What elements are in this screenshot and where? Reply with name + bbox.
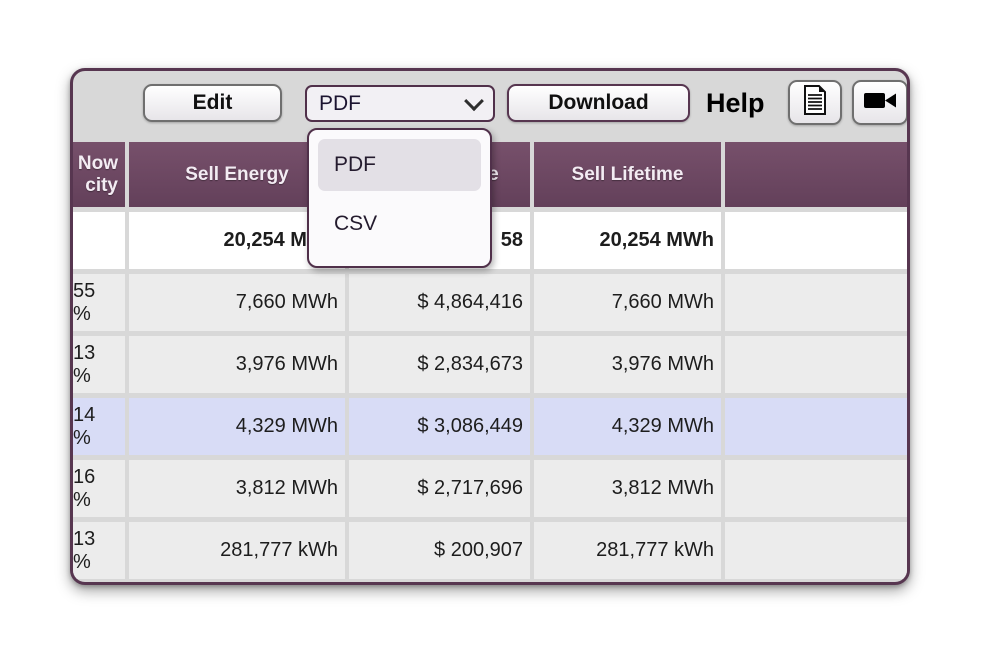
table-cell-revenue-selected[interactable]: $ 3,086,449 <box>349 398 530 455</box>
help-label: Help <box>706 84 765 122</box>
table-cell-energy[interactable]: 281,777 kWh <box>129 522 345 579</box>
table-cell-extra[interactable] <box>725 460 907 517</box>
totals-extra-cell <box>725 212 907 269</box>
table-cell-extra[interactable] <box>725 522 907 579</box>
table-cell-capacity[interactable]: 55 % <box>73 274 125 331</box>
table-cell-energy[interactable]: 3,976 MWh <box>129 336 345 393</box>
column-header-capacity: Now city <box>73 142 125 207</box>
dropdown-option-csv[interactable]: CSV <box>318 198 481 250</box>
table-cell-capacity-selected[interactable]: 14 % <box>73 398 125 455</box>
download-button[interactable]: Download <box>507 84 690 122</box>
video-camera-icon <box>863 90 897 116</box>
column-header-extra <box>725 142 907 207</box>
help-document-button[interactable] <box>788 80 842 125</box>
dropdown-option-pdf[interactable]: PDF <box>318 139 481 191</box>
table-cell-lifetime[interactable]: 281,777 kWh <box>534 522 721 579</box>
column-header-sell-lifetime: Sell Lifetime <box>534 142 721 207</box>
format-dropdown-list: PDF CSV <box>307 128 492 268</box>
table-cell-capacity[interactable]: 16 % <box>73 460 125 517</box>
report-panel: Edit PDF Download Help <box>70 68 910 585</box>
chevron-down-icon <box>464 91 484 111</box>
totals-lifetime-cell: 20,254 MWh <box>534 212 721 269</box>
table-cell-energy[interactable]: 3,812 MWh <box>129 460 345 517</box>
format-select[interactable]: PDF <box>305 85 495 122</box>
table-cell-lifetime[interactable]: 3,812 MWh <box>534 460 721 517</box>
table-cell-lifetime[interactable]: 7,660 MWh <box>534 274 721 331</box>
edit-button[interactable]: Edit <box>143 84 282 122</box>
table-cell-revenue[interactable]: $ 2,717,696 <box>349 460 530 517</box>
table-cell-revenue[interactable]: $ 4,864,416 <box>349 274 530 331</box>
document-icon <box>802 84 828 122</box>
table-cell-revenue[interactable]: $ 200,907 <box>349 522 530 579</box>
table-cell-extra[interactable] <box>725 274 907 331</box>
totals-capacity-cell <box>73 212 125 269</box>
table-cell-capacity[interactable]: 13 % <box>73 336 125 393</box>
table-cell-lifetime[interactable]: 3,976 MWh <box>534 336 721 393</box>
help-video-button[interactable] <box>852 80 908 125</box>
table-cell-energy[interactable]: 7,660 MWh <box>129 274 345 331</box>
table-cell-extra-selected[interactable] <box>725 398 907 455</box>
table-cell-revenue[interactable]: $ 2,834,673 <box>349 336 530 393</box>
format-select-value: PDF <box>319 92 361 116</box>
table-cell-lifetime-selected[interactable]: 4,329 MWh <box>534 398 721 455</box>
table-cell-energy-selected[interactable]: 4,329 MWh <box>129 398 345 455</box>
table-cell-capacity[interactable]: 13 % <box>73 522 125 579</box>
table-cell-extra[interactable] <box>725 336 907 393</box>
